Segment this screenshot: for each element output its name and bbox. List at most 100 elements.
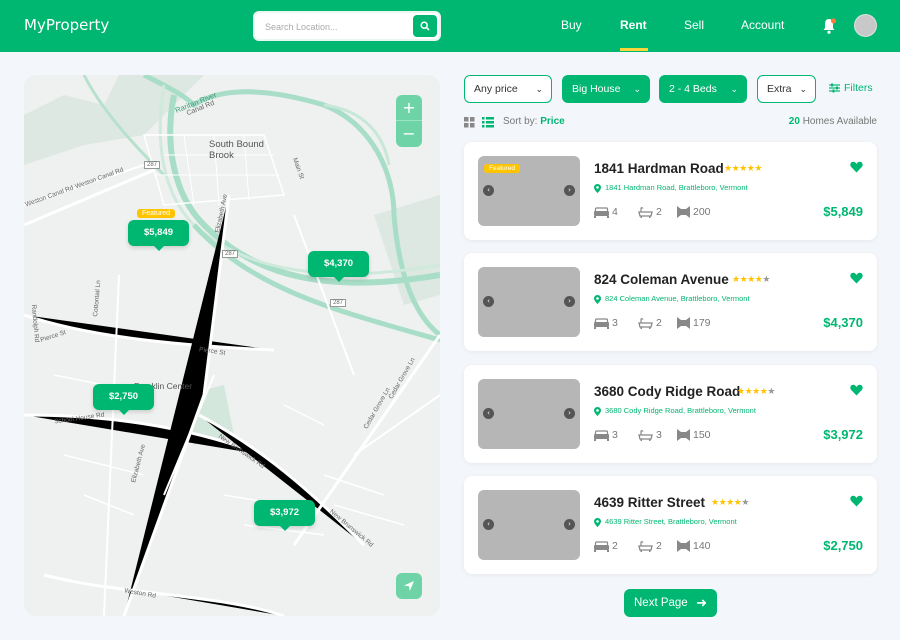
listing-title[interactable]: 3680 Cody Ridge Road xyxy=(594,384,740,399)
listing-card[interactable]: ‹ › 4639 Ritter Street ★★★★★ 4639 Ritter Str… xyxy=(464,476,877,574)
extra-filter[interactable]: Extra ⌄ xyxy=(757,75,816,103)
listing-card[interactable]: Featured ‹ › 1841 Hardman Road ★★★★★ 1841 Har… xyxy=(464,142,877,240)
listing-image[interactable]: ‹ › xyxy=(478,267,580,337)
search-input[interactable] xyxy=(265,19,405,35)
beds-value: 3 xyxy=(612,429,618,441)
notification-bell-icon[interactable] xyxy=(821,17,837,35)
sort-row: Sort by: Price 20 Homes Available xyxy=(464,116,877,130)
chevron-right-icon[interactable]: › xyxy=(564,408,575,419)
locate-button[interactable] xyxy=(396,573,422,599)
sliders-icon xyxy=(829,83,840,93)
beds-count: 4 xyxy=(594,206,618,218)
sort-control[interactable]: Sort by: Price xyxy=(503,116,565,127)
user-avatar[interactable] xyxy=(854,14,877,37)
bed-icon xyxy=(594,430,609,441)
listing-title[interactable]: 1841 Hardman Road xyxy=(594,161,724,176)
listing-address: 824 Coleman Avenue, Brattleboro, Vermont xyxy=(594,294,750,304)
star-icon: ★ xyxy=(724,164,732,174)
listing-card[interactable]: ‹ › 3680 Cody Ridge Road ★★★★★ 3680 Cody Rid… xyxy=(464,365,877,463)
brand-logo[interactable]: MyProperty xyxy=(24,16,109,34)
next-page-button[interactable]: Next Page ➜ xyxy=(624,589,717,617)
filters-button[interactable]: Filters xyxy=(829,82,873,94)
bed-icon xyxy=(594,207,609,218)
heart-icon[interactable] xyxy=(850,161,863,173)
baths-value: 2 xyxy=(656,540,662,552)
chevron-left-icon[interactable]: ‹ xyxy=(483,296,494,307)
listing-image[interactable]: ‹ › xyxy=(478,490,580,560)
listing-address-text: 3680 Cody Ridge Road, Brattleboro, Vermo… xyxy=(605,406,756,415)
map-price-pin[interactable]: $3,972 xyxy=(254,500,315,531)
map-price-pin[interactable]: $4,370 xyxy=(308,251,369,282)
price-filter[interactable]: Any price ⌄ xyxy=(464,75,552,103)
listing-title[interactable]: 4639 Ritter Street xyxy=(594,495,705,510)
listing-address: 3680 Cody Ridge Road, Brattleboro, Vermo… xyxy=(594,406,756,416)
listing-address: 1841 Hardman Road, Brattleboro, Vermont xyxy=(594,183,748,193)
listing-price: $2,750 xyxy=(823,538,863,553)
chevron-down-icon: ⌄ xyxy=(730,84,738,94)
chevron-left-icon[interactable]: ‹ xyxy=(483,519,494,530)
nav-buy[interactable]: Buy xyxy=(561,18,582,32)
type-filter[interactable]: Big House ⌄ xyxy=(562,75,650,103)
listing-address: 4639 Ritter Street, Brattleboro, Vermont xyxy=(594,517,737,527)
heart-icon[interactable] xyxy=(850,384,863,396)
location-pin-icon xyxy=(594,294,601,304)
bathtub-icon xyxy=(638,429,653,441)
type-filter-value: Big House xyxy=(572,83,621,95)
rating-stars: ★★★★★ xyxy=(737,387,775,397)
listing-image[interactable]: Featured ‹ › xyxy=(478,156,580,226)
listing-price: $3,972 xyxy=(823,427,863,442)
search-button[interactable] xyxy=(413,15,437,37)
heart-icon[interactable] xyxy=(850,495,863,507)
map-price-pin[interactable]: $2,750 xyxy=(93,384,154,415)
zoom-in-button[interactable]: + xyxy=(396,95,422,121)
listing-price: $5,849 xyxy=(823,204,863,219)
star-icon: ★ xyxy=(752,387,760,397)
bed-icon xyxy=(594,541,609,552)
listing-card[interactable]: ‹ › 824 Coleman Avenue ★★★★★ 824 Coleman Ave… xyxy=(464,253,877,351)
listing-image[interactable]: ‹ › xyxy=(478,379,580,449)
area-size: 200 xyxy=(677,206,711,219)
zoom-controls: + − xyxy=(396,95,422,148)
bathtub-icon xyxy=(638,540,653,552)
chevron-right-icon[interactable]: › xyxy=(564,296,575,307)
search-box xyxy=(253,11,441,41)
listing-address-text: 824 Coleman Avenue, Brattleboro, Vermont xyxy=(605,294,750,303)
sort-label: Sort by: xyxy=(503,116,538,127)
homes-available: 20 Homes Available xyxy=(789,116,877,127)
rating-stars: ★★★★★ xyxy=(711,498,749,508)
list-view-icon[interactable] xyxy=(482,117,494,128)
beds-value: 4 xyxy=(612,206,618,218)
beds-count: 2 xyxy=(594,540,618,552)
homes-label: Homes Available xyxy=(802,116,877,127)
map-panel[interactable]: Raritan River Canal Rd South Bound Brook… xyxy=(24,75,440,616)
listing-title[interactable]: 824 Coleman Avenue xyxy=(594,272,729,287)
area-value: 150 xyxy=(693,429,711,441)
price-filter-value: Any price xyxy=(474,83,518,95)
bathtub-icon xyxy=(638,317,653,329)
map-label-route-287-3: 287 xyxy=(330,299,347,307)
sort-value: Price xyxy=(540,116,565,127)
zoom-out-button[interactable]: − xyxy=(396,121,422,147)
chevron-left-icon[interactable]: ‹ xyxy=(483,408,494,419)
map-price-pin[interactable]: $5,849 xyxy=(128,220,189,251)
listing-address-text: 4639 Ritter Street, Brattleboro, Vermont xyxy=(605,517,737,526)
beds-filter[interactable]: 2 - 4 Beds ⌄ xyxy=(659,75,747,103)
grid-view-icon[interactable] xyxy=(464,117,475,128)
star-icon: ★ xyxy=(732,275,740,285)
nav-sell[interactable]: Sell xyxy=(684,18,704,32)
nav-account[interactable]: Account xyxy=(741,18,784,32)
baths-count: 2 xyxy=(638,317,662,329)
extra-filter-value: Extra xyxy=(767,83,792,95)
beds-filter-value: 2 - 4 Beds xyxy=(669,83,717,95)
star-icon: ★ xyxy=(739,164,747,174)
nav-rent[interactable]: Rent xyxy=(620,18,647,32)
chevron-left-icon[interactable]: ‹ xyxy=(483,185,494,196)
bed-icon xyxy=(594,318,609,329)
heart-icon[interactable] xyxy=(850,272,863,284)
next-page-label: Next Page xyxy=(634,597,688,609)
rating-stars: ★★★★★ xyxy=(732,275,770,285)
star-icon: ★ xyxy=(762,275,770,285)
beds-count: 3 xyxy=(594,317,618,329)
chevron-right-icon[interactable]: › xyxy=(564,185,575,196)
chevron-right-icon[interactable]: › xyxy=(564,519,575,530)
